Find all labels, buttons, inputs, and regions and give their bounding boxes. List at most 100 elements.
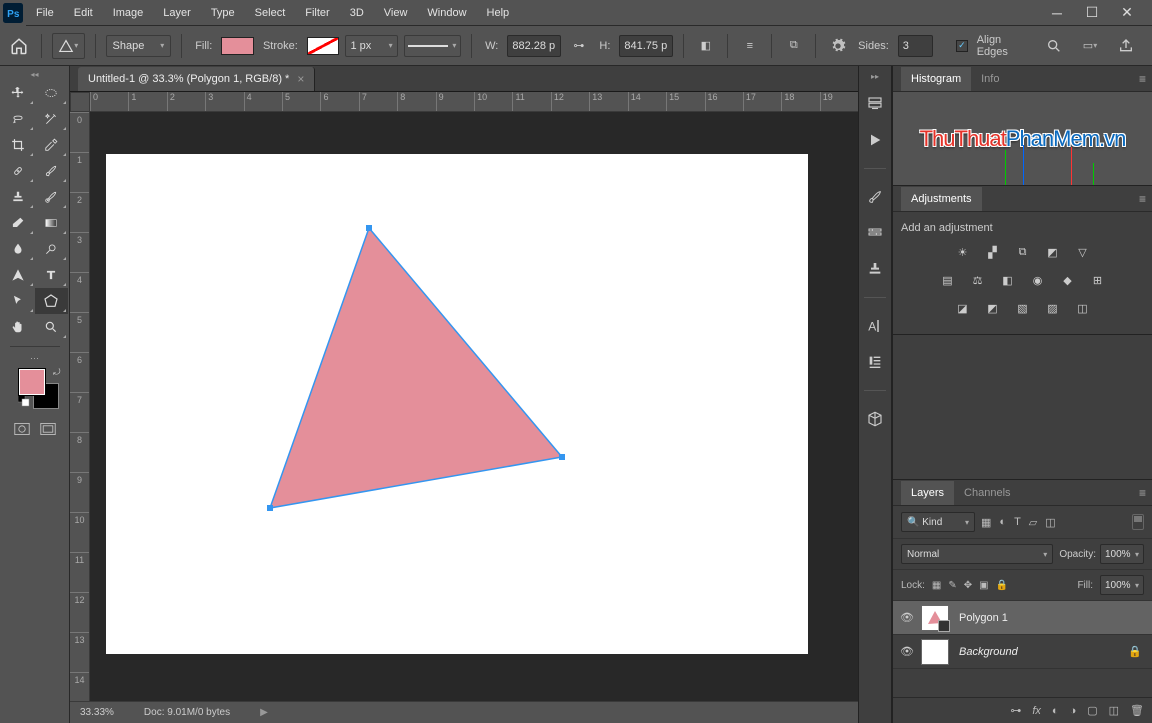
menu-image[interactable]: Image (103, 2, 154, 24)
menu-select[interactable]: Select (245, 2, 296, 24)
screenmode-icon[interactable] (37, 419, 59, 439)
channel-mixer-icon[interactable]: ◆ (1058, 270, 1078, 290)
3d-panel-icon[interactable] (863, 407, 887, 431)
document-tab[interactable]: Untitled-1 @ 33.3% (Polygon 1, RGB/8) * … (78, 67, 315, 91)
layer-row[interactable]: 👁 Polygon 1 (893, 601, 1152, 635)
layer-kind-dropdown[interactable]: 🔍 Kind▾ (901, 512, 975, 532)
minimize-button[interactable]: ─ (1047, 6, 1067, 20)
eyedropper-tool[interactable] (35, 132, 68, 158)
menu-file[interactable]: File (26, 2, 64, 24)
pen-tool[interactable] (2, 262, 35, 288)
close-tab-icon[interactable]: × (297, 72, 304, 86)
menu-edit[interactable]: Edit (64, 2, 103, 24)
info-tab[interactable]: Info (971, 67, 1009, 91)
levels-icon[interactable]: ▞ (983, 242, 1003, 262)
filter-pixel-icon[interactable]: ▦ (981, 516, 991, 529)
menu-layer[interactable]: Layer (153, 2, 201, 24)
opacity-input[interactable]: 100%▾ (1100, 544, 1144, 564)
layer-style-icon[interactable]: fx (1032, 705, 1041, 717)
lock-pixels-icon[interactable]: ✎ (948, 580, 956, 591)
lock-artboard-icon[interactable]: ▣ (979, 580, 988, 591)
brush-settings-panel-icon[interactable] (863, 221, 887, 245)
maximize-button[interactable]: ☐ (1082, 6, 1102, 20)
width-input[interactable]: 882.28 p (507, 35, 561, 57)
menu-filter[interactable]: Filter (295, 2, 339, 24)
layer-thumb[interactable] (921, 605, 949, 631)
filter-shape-icon[interactable]: ▱ (1029, 516, 1037, 529)
path-selection-tool[interactable] (2, 288, 35, 314)
path-arrangement-icon[interactable]: ⧉ (782, 34, 805, 58)
blur-tool[interactable] (2, 236, 35, 262)
marquee-tool[interactable] (35, 80, 68, 106)
link-layers-icon[interactable]: ⊶ (1010, 704, 1021, 717)
clone-source-panel-icon[interactable] (863, 257, 887, 281)
fill-swatch[interactable] (221, 37, 254, 55)
menu-view[interactable]: View (374, 2, 418, 24)
dodge-tool[interactable] (35, 236, 68, 262)
gear-icon[interactable] (826, 34, 849, 58)
panel-menu-icon[interactable]: ≡ (1139, 192, 1146, 206)
lasso-tool[interactable] (2, 106, 35, 132)
zoom-tool[interactable] (35, 314, 68, 340)
type-tool[interactable] (35, 262, 68, 288)
home-icon[interactable] (8, 34, 31, 58)
foreground-color[interactable] (19, 369, 45, 395)
workspace-icon[interactable]: ▭▾ (1078, 34, 1102, 58)
posterize-icon[interactable]: ◩ (983, 298, 1003, 318)
panel-menu-icon[interactable]: ≡ (1139, 486, 1146, 500)
link-wh-icon[interactable]: ⊶ (567, 34, 590, 58)
layer-thumb[interactable] (921, 639, 949, 665)
toolbox-collapse[interactable]: ◂◂ (0, 70, 69, 80)
brushes-panel-icon[interactable] (863, 185, 887, 209)
lock-all-icon[interactable]: 🔒 (996, 580, 1008, 591)
actions-panel-icon[interactable] (863, 128, 887, 152)
healing-tool[interactable] (2, 158, 35, 184)
paragraph-panel-icon[interactable] (863, 350, 887, 374)
new-layer-icon[interactable]: ◫ (1109, 704, 1119, 717)
zoom-level[interactable]: 33.33% (80, 707, 114, 718)
photo-filter-icon[interactable]: ◉ (1028, 270, 1048, 290)
layer-mask-icon[interactable]: ◐ (1052, 705, 1059, 717)
default-colors-icon[interactable] (18, 395, 30, 410)
stamp-tool[interactable] (2, 184, 35, 210)
curves-icon[interactable]: ⧉ (1013, 242, 1033, 262)
visibility-icon[interactable]: 👁 (893, 611, 921, 624)
close-button[interactable]: ✕ (1117, 6, 1137, 20)
visibility-icon[interactable]: 👁 (893, 645, 921, 658)
color-lookup-icon[interactable]: ⊞ (1088, 270, 1108, 290)
gradient-map-icon[interactable]: ▨ (1043, 298, 1063, 318)
sides-input[interactable]: 3 (898, 35, 933, 57)
channels-tab[interactable]: Channels (954, 481, 1020, 505)
hand-tool[interactable] (2, 314, 35, 340)
move-tool[interactable] (2, 80, 35, 106)
polygon-shape[interactable] (106, 154, 808, 654)
shape-mode-dropdown[interactable]: Shape▾ (106, 35, 172, 57)
brightness-icon[interactable]: ☀ (953, 242, 973, 262)
brush-tool[interactable] (35, 158, 68, 184)
align-edges-checkbox[interactable]: ✓ (956, 40, 968, 52)
exposure-icon[interactable]: ◩ (1043, 242, 1063, 262)
path-alignment-icon[interactable]: ≡ (738, 34, 761, 58)
character-panel-icon[interactable]: A (863, 314, 887, 338)
adjustment-layer-icon[interactable]: ◑ (1070, 705, 1077, 717)
gradient-tool[interactable] (35, 210, 68, 236)
layer-name[interactable]: Background (959, 646, 1018, 658)
crop-tool[interactable] (2, 132, 35, 158)
history-panel-icon[interactable] (863, 92, 887, 116)
group-icon[interactable]: ▢ (1087, 704, 1097, 717)
panel-menu-icon[interactable]: ≡ (1139, 72, 1146, 86)
selective-color-icon[interactable]: ◫ (1073, 298, 1093, 318)
canvas[interactable] (90, 112, 858, 701)
ruler-horizontal[interactable]: 012345678910111213141516171819 (90, 92, 858, 112)
hue-icon[interactable]: ▤ (938, 270, 958, 290)
adjustments-tab[interactable]: Adjustments (901, 187, 982, 211)
panel-collapse[interactable]: ▸▸ (859, 72, 891, 80)
layer-name[interactable]: Polygon 1 (959, 612, 1008, 624)
lock-position-icon[interactable]: ✥ (964, 580, 972, 591)
quickmask-icon[interactable] (11, 419, 33, 439)
menu-help[interactable]: Help (477, 2, 520, 24)
color-balance-icon[interactable]: ⚖ (968, 270, 988, 290)
filter-toggle[interactable] (1132, 514, 1144, 530)
invert-icon[interactable]: ◪ (953, 298, 973, 318)
path-operations-icon[interactable]: ◧ (694, 34, 717, 58)
